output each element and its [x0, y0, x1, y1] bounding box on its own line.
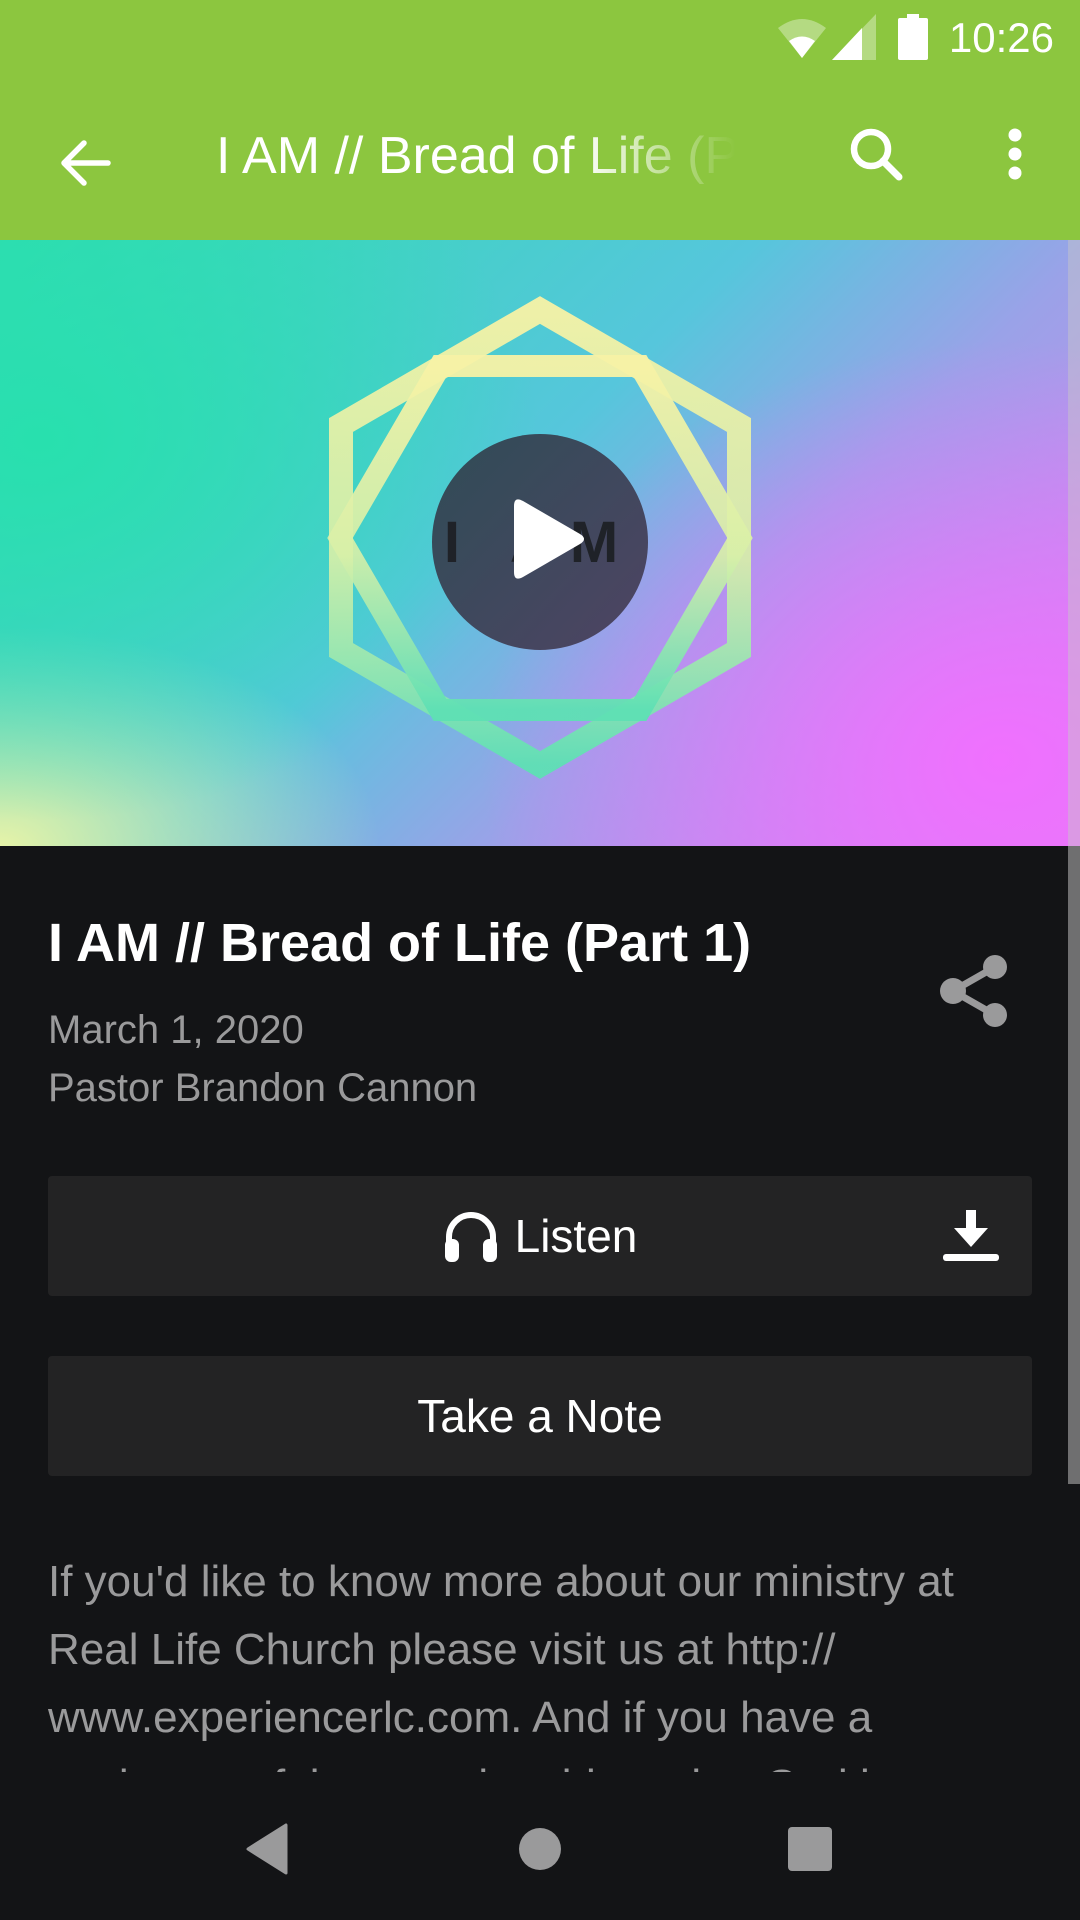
sermon-speaker: Pastor Brandon Cannon — [48, 1066, 478, 1110]
share-icon — [940, 955, 1007, 1027]
more-vert-icon — [1008, 128, 1022, 180]
scrollbar-thumb[interactable] — [1068, 846, 1080, 1484]
download-button[interactable] — [940, 1206, 1002, 1266]
take-note-label: Take a Note — [417, 1390, 663, 1442]
status-time: 10:26 — [948, 14, 1054, 61]
search-icon — [850, 128, 903, 181]
system-nav-bar — [0, 1776, 1080, 1920]
play-button[interactable]: I AM — [432, 434, 648, 650]
share-button[interactable] — [930, 946, 1020, 1036]
nav-back-icon — [246, 1823, 288, 1875]
listen-label: Listen — [514, 1210, 638, 1262]
nav-home-button[interactable] — [495, 1814, 585, 1884]
nav-recents-button[interactable] — [765, 1814, 855, 1884]
back-button[interactable] — [40, 118, 130, 208]
toolbar-title: I AM // Bread of Life (Part 1) — [216, 127, 736, 185]
search-button[interactable] — [836, 114, 916, 194]
take-note-button[interactable]: Take a Note — [48, 1356, 1032, 1476]
sermon-artwork: I AM — [0, 240, 1080, 846]
status-bar: 10:26 — [0, 0, 1080, 76]
nav-back-button[interactable] — [222, 1814, 312, 1884]
sermon-title: I AM // Bread of Life (Part 1) — [48, 913, 752, 973]
wifi-icon — [776, 16, 828, 65]
download-icon — [943, 1210, 999, 1261]
listen-button[interactable]: Listen — [48, 1176, 1032, 1296]
cellular-signal-icon — [832, 14, 876, 65]
more-options-button[interactable] — [980, 114, 1050, 194]
nav-home-icon — [519, 1828, 561, 1870]
sermon-description: If you'd like to know more about our min… — [48, 1557, 954, 1772]
sermon-date: March 1, 2020 — [48, 1008, 304, 1052]
battery-icon — [898, 14, 928, 65]
headphones-icon — [444, 1212, 497, 1262]
app-bar: 10:26 I AM // Bread of Life (Part 1) — [0, 0, 1080, 240]
toolbar: I AM // Bread of Life (Part 1) — [0, 84, 1080, 232]
nav-recents-icon — [788, 1827, 832, 1871]
arrow-left-icon — [61, 140, 111, 186]
